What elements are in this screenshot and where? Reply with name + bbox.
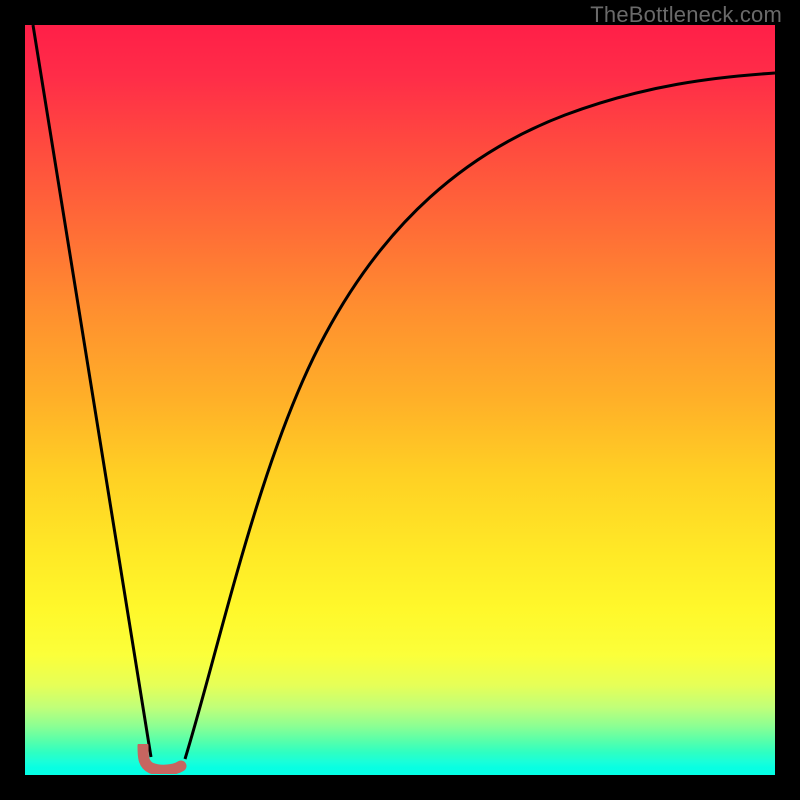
ascending-curve [185,73,775,759]
dip-marker [133,744,189,774]
chart-container: TheBottleneck.com [0,0,800,800]
watermark-text: TheBottleneck.com [590,2,782,28]
bottleneck-curve [25,25,775,775]
plot-area [25,25,775,775]
descending-segment [33,25,151,757]
dip-marker-stroke [143,746,181,770]
